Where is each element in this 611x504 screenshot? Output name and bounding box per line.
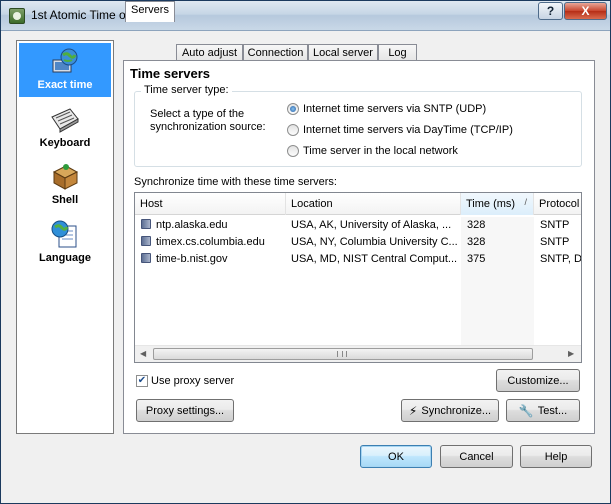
customize-button[interactable]: Customize... [496, 369, 580, 392]
group-description: Select a type of the synchronization sou… [150, 108, 266, 133]
globe-computer-icon [52, 48, 78, 73]
servers-tab-panel: Time servers Time server type: Select a … [123, 60, 595, 434]
options-window: 1st Atomic Time options... ? X Exact tim… [0, 0, 611, 504]
list-header: Host Location Time (ms) / Protocol [135, 193, 581, 215]
table-row[interactable]: ntp.alaska.edu USA, AK, University of Al… [135, 217, 581, 234]
ok-button[interactable]: OK [360, 445, 432, 468]
host-cell: ntp.alaska.edu [141, 219, 286, 234]
time-cell: 328 [461, 217, 534, 234]
radio-label: Internet time servers via SNTP (UDP) [303, 103, 487, 115]
sidebar-item-exact-time[interactable]: Exact time [19, 43, 111, 97]
close-button[interactable]: X [564, 2, 607, 20]
server-icon [141, 253, 151, 263]
test-button[interactable]: 🔧 Test... [506, 399, 580, 422]
sidebar-item-label: Language [39, 252, 91, 264]
host-cell: time-b.nist.gov [141, 253, 286, 268]
protocol-cell: SNTP [540, 219, 570, 231]
horizontal-scrollbar[interactable]: ◀ ▶ [135, 345, 581, 362]
radio-label: Internet time servers via DayTime (TCP/I… [303, 124, 513, 136]
time-servers-list[interactable]: Host Location Time (ms) / Protocol ntp.a… [134, 192, 582, 363]
scroll-left-icon[interactable]: ◀ [140, 349, 146, 358]
keyboard-icon [51, 108, 79, 133]
wrench-icon: 🔧 [518, 403, 534, 418]
title-bar: 1st Atomic Time options... ? X [1, 1, 610, 31]
checkmark-icon[interactable]: ✔ [136, 375, 148, 387]
sidebar-item-label: Keyboard [39, 137, 91, 149]
use-proxy-checkbox[interactable]: ✔ Use proxy server [136, 375, 234, 387]
server-icon [141, 236, 151, 246]
sidebar-item-label: Exact time [37, 79, 93, 91]
proxy-settings-button[interactable]: Proxy settings... [136, 399, 234, 422]
radio-sntp[interactable]: Internet time servers via SNTP (UDP) [287, 103, 486, 115]
location-cell: USA, NY, Columbia University C... [291, 236, 458, 248]
group-label: Time server type: [141, 84, 232, 96]
use-proxy-label: Use proxy server [151, 375, 235, 387]
time-cell: 375 [461, 251, 534, 268]
tab-servers[interactable]: Servers [125, 1, 175, 22]
cancel-button[interactable]: Cancel [440, 445, 513, 468]
protocol-cell: SNTP [540, 236, 570, 248]
column-header-protocol[interactable]: Protocol [534, 193, 581, 215]
servers-caption: Synchronize time with these time servers… [134, 176, 337, 188]
sorted-column-fill [461, 268, 534, 345]
sidebar-item-keyboard[interactable]: Keyboard [19, 101, 111, 155]
test-label: Test... [537, 404, 568, 417]
sidebar-item-shell[interactable]: Shell [19, 158, 111, 212]
synchronize-button[interactable]: ⚡ Synchronize... [401, 399, 499, 422]
lightning-icon: ⚡ [408, 403, 418, 418]
table-row[interactable]: time-b.nist.gov USA, MD, NIST Central Co… [135, 251, 581, 268]
category-sidebar: Exact time Keyboard Shell Language [16, 40, 114, 434]
radio-label: Time server in the local network [303, 145, 458, 157]
synchronize-label: Synchronize... [421, 404, 492, 417]
shell-box-icon [52, 164, 79, 190]
location-cell: USA, AK, University of Alaska, ... [291, 219, 452, 231]
sidebar-item-language[interactable]: Language [19, 216, 111, 270]
column-header-location[interactable]: Location [286, 193, 461, 215]
column-header-time[interactable]: Time (ms) / [461, 193, 534, 215]
app-clock-icon [9, 8, 25, 24]
host-cell: timex.cs.columbia.edu [141, 236, 286, 251]
scroll-right-icon[interactable]: ▶ [568, 349, 574, 358]
help-button[interactable]: Help [520, 445, 592, 468]
help-title-button[interactable]: ? [538, 2, 563, 20]
radio-button[interactable] [287, 124, 299, 136]
sort-indicator-icon: / [524, 197, 527, 207]
grip-icon [337, 351, 347, 357]
radio-local-network[interactable]: Time server in the local network [287, 145, 458, 157]
radio-button[interactable] [287, 103, 299, 115]
sidebar-item-label: Shell [51, 194, 79, 206]
radio-daytime[interactable]: Internet time servers via DayTime (TCP/I… [287, 124, 513, 136]
server-icon [141, 219, 151, 229]
time-cell: 328 [461, 234, 534, 251]
language-globe-icon [51, 220, 77, 248]
time-server-type-group: Time server type: Select a type of the s… [134, 84, 582, 167]
protocol-cell: SNTP, D [540, 253, 581, 265]
column-header-host[interactable]: Host [135, 193, 286, 215]
location-cell: USA, MD, NIST Central Comput... [291, 253, 458, 265]
radio-button[interactable] [287, 145, 299, 157]
scrollbar-thumb[interactable] [153, 348, 533, 360]
table-row[interactable]: timex.cs.columbia.edu USA, NY, Columbia … [135, 234, 581, 251]
section-title: Time servers [130, 66, 210, 81]
